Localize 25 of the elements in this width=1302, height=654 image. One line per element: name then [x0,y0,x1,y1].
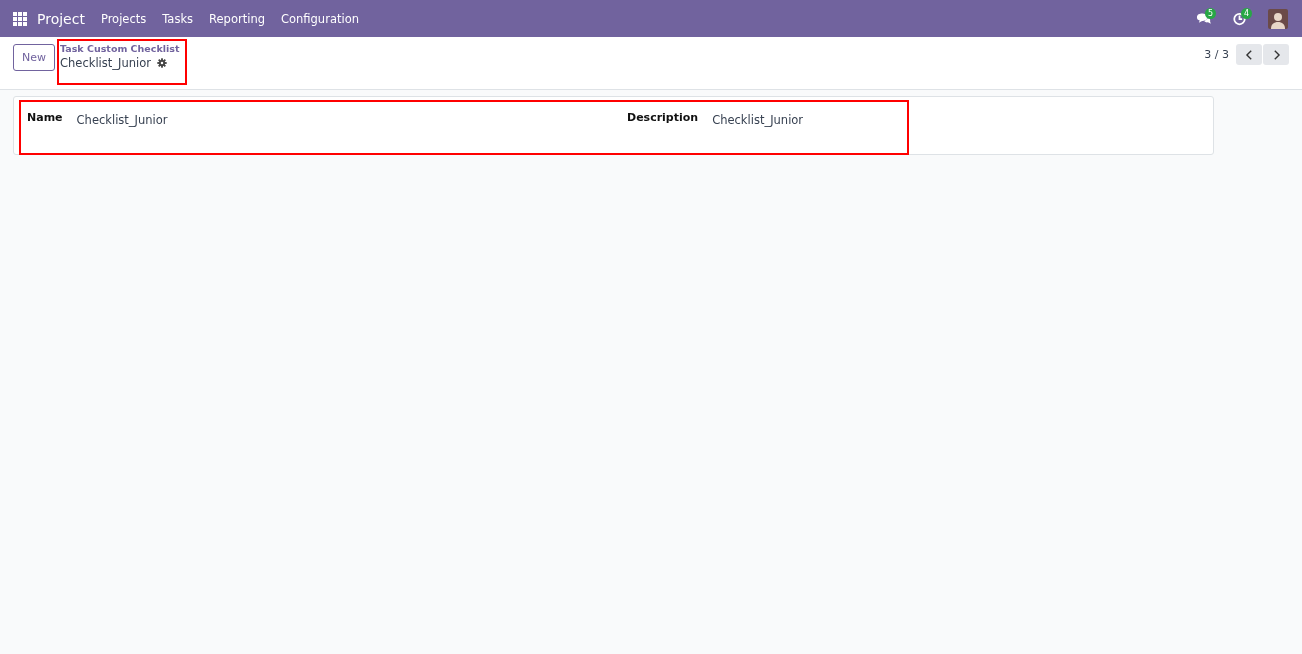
app-name[interactable]: Project [37,10,85,27]
app-grid-icon[interactable] [13,11,27,26]
chevron-left-icon [1244,48,1254,61]
menu-item[interactable]: Configuration [280,11,359,26]
menu-item[interactable]: Projects [100,11,147,26]
previous-button[interactable] [1236,44,1262,65]
menu-item[interactable]: Reporting [209,11,265,26]
field-value[interactable]: Checklist_Junior [712,113,804,127]
pager-counter: 3 / 3 [1204,48,1229,61]
breadcrumb-link[interactable]: Task Custom Checklist [60,43,188,55]
activities-button[interactable]: 4 [1232,8,1254,29]
settings-icon[interactable] [156,58,167,68]
field-value[interactable]: Checklist_Junior [76,113,168,127]
record-title: Checklist_Junior [60,56,151,70]
activity-count-badge: 4 [1241,7,1253,19]
field-label: Name [27,111,63,126]
clock-icon [1232,11,1247,26]
next-button[interactable] [1263,44,1289,65]
chat-bubbles-icon [1196,11,1211,26]
messages-button[interactable]: 5 [1196,8,1218,29]
user-avatar[interactable] [1268,8,1288,29]
menu-item[interactable]: Tasks [162,11,194,26]
field-label: Description [627,111,699,126]
new-button[interactable]: New [13,44,55,71]
message-count-badge: 5 [1205,7,1217,19]
